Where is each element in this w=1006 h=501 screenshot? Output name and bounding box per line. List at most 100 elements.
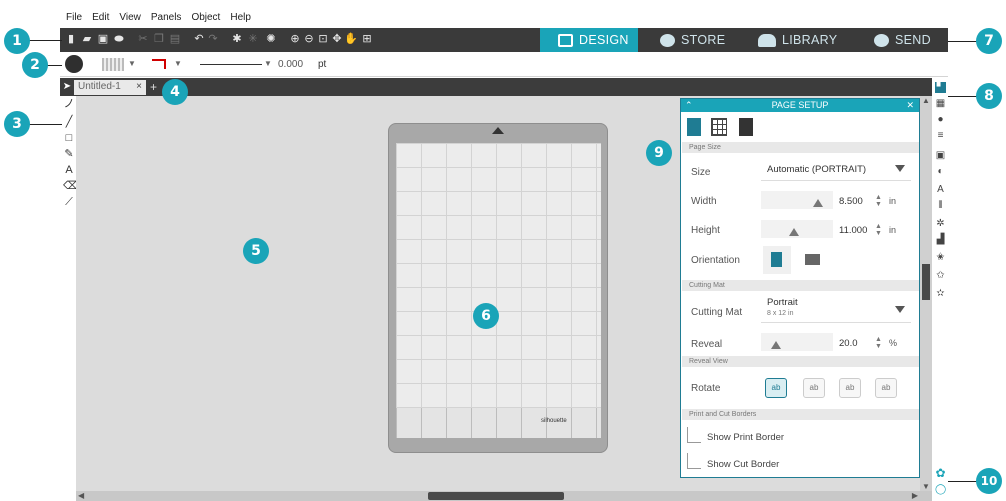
redo-icon[interactable]: ↷ [206, 32, 220, 46]
menu-object[interactable]: Object [187, 10, 226, 27]
scroll-down-icon[interactable]: ▼ [922, 482, 930, 491]
reveal-input[interactable] [839, 335, 869, 351]
text-style-icon[interactable]: A [935, 184, 946, 195]
scroll-right-icon[interactable]: ▶ [912, 491, 918, 500]
select-arrow-icon[interactable]: ➤ [61, 80, 73, 94]
transparency-icon[interactable]: ◐ [935, 166, 946, 177]
chevron-down-icon[interactable]: ▼ [264, 59, 272, 68]
width-input[interactable] [839, 193, 869, 209]
scroll-left-icon[interactable]: ◀ [78, 491, 84, 500]
rectangle-tool-icon[interactable]: □ [63, 132, 75, 144]
zoom-in-icon[interactable]: ⊕ [288, 32, 302, 46]
page-area[interactable] [396, 143, 601, 408]
chevron-up-icon[interactable]: ⌃ [685, 99, 693, 112]
align-icon[interactable]: ⫴ [935, 200, 946, 211]
slider-knob[interactable] [771, 341, 781, 349]
cutting-mat-dropdown[interactable]: Portrait 8 x 12 in [761, 295, 911, 323]
landscape-button[interactable] [799, 246, 827, 274]
tab-send[interactable]: SEND [874, 28, 931, 52]
scroll-thumb[interactable] [428, 492, 564, 500]
chevron-down-icon[interactable]: ▼ [128, 59, 136, 68]
trace-icon[interactable]: ✺ [264, 32, 278, 46]
size-dropdown[interactable]: Automatic (PORTRAIT) [761, 157, 911, 181]
replicate-icon[interactable]: ✲ [935, 218, 946, 229]
width-slider[interactable] [761, 191, 833, 209]
page-setup-icon[interactable]: ▘ [935, 82, 946, 93]
vertical-scrollbar[interactable]: ▲ ▼ [920, 96, 932, 491]
copy-icon[interactable]: ❐ [152, 32, 166, 46]
fill-color-icon[interactable]: ● [935, 114, 946, 125]
menu-edit[interactable]: Edit [88, 10, 115, 27]
save-icon[interactable]: ▣ [96, 32, 110, 46]
rotate-180-button[interactable]: ab [839, 378, 861, 398]
move-icon[interactable]: ✥ [330, 32, 344, 46]
menu-panels[interactable]: Panels [147, 10, 188, 27]
registration-icon[interactable]: ✫ [935, 288, 946, 299]
add-tab-icon[interactable]: + [150, 80, 162, 94]
undo-icon[interactable]: ↶ [192, 32, 206, 46]
slider-knob[interactable] [789, 228, 799, 236]
sync-icon[interactable]: ◯ [935, 484, 946, 495]
spinner-icon[interactable]: ▲ ▼ [875, 194, 882, 208]
menu-view[interactable]: View [115, 10, 147, 27]
new-document-icon[interactable]: ▮ [64, 32, 78, 46]
show-cut-border-checkbox[interactable] [687, 453, 701, 469]
print-icon[interactable]: ⬬ [112, 32, 126, 46]
menu-help[interactable]: Help [226, 10, 257, 27]
trace-panel-icon[interactable]: ✩ [935, 270, 946, 281]
palette-icon[interactable] [65, 55, 83, 73]
line-tool-icon[interactable]: ╱ [63, 116, 75, 128]
line-style-icon[interactable]: ≡ [935, 130, 946, 141]
offset-icon[interactable]: ✬ [935, 252, 946, 263]
document-tab[interactable]: Untitled-1 × [74, 80, 146, 95]
fill-pattern-swatch[interactable] [102, 58, 124, 71]
height-slider[interactable] [761, 220, 833, 238]
pan-hand-icon[interactable]: ✋ [344, 32, 358, 46]
ungroup-icon[interactable]: ✳ [246, 32, 260, 46]
text-tool-icon[interactable]: A [63, 164, 75, 176]
tab-design[interactable]: DESIGN [540, 28, 638, 52]
rotate-270-button[interactable]: ab [875, 378, 897, 398]
menu-file[interactable]: File [62, 10, 88, 27]
design-store-icon[interactable]: ▦ [935, 98, 946, 109]
fit-to-page-icon[interactable]: ⊞ [360, 32, 374, 46]
tab-library[interactable]: LIBRARY [758, 28, 837, 52]
line-weight-input[interactable] [278, 57, 312, 72]
page-setup-tab-icon[interactable] [687, 118, 701, 136]
feed-direction-icon [492, 127, 504, 134]
cut-icon[interactable]: ✂ [136, 32, 150, 46]
spinner-icon[interactable]: ▲ ▼ [875, 223, 882, 237]
modify-icon[interactable]: ▟ [935, 234, 946, 245]
cutting-mat[interactable]: silhouette [388, 123, 608, 453]
pencil-tool-icon[interactable]: ✎ [63, 148, 75, 160]
registration-tab-icon[interactable] [739, 118, 753, 136]
zoom-select-icon[interactable]: ⊡ [316, 32, 330, 46]
rotate-0-button[interactable]: ab [765, 378, 787, 398]
gear-icon[interactable]: ✿ [935, 467, 946, 479]
grid-tab-icon[interactable] [711, 118, 727, 136]
line-style-sample[interactable] [200, 64, 262, 65]
knife-tool-icon[interactable]: ⟋ [63, 196, 75, 208]
zoom-out-icon[interactable]: ⊖ [302, 32, 316, 46]
edit-points-icon[interactable]: ノ [63, 98, 75, 110]
close-icon[interactable]: × [136, 81, 142, 92]
chevron-down-icon[interactable]: ▼ [174, 59, 182, 68]
tab-store[interactable]: STORE [660, 28, 725, 52]
scroll-up-icon[interactable]: ▲ [922, 96, 930, 105]
spinner-icon[interactable]: ▲ ▼ [875, 336, 882, 350]
slider-knob[interactable] [813, 199, 823, 207]
horizontal-scrollbar[interactable]: ◀ ▶ [76, 491, 932, 501]
reveal-slider[interactable] [761, 333, 833, 351]
open-folder-icon[interactable]: ▰ [80, 32, 94, 46]
close-icon[interactable]: ✕ [906, 99, 914, 112]
group-icon[interactable]: ✱ [230, 32, 244, 46]
image-icon[interactable]: ▣ [935, 150, 946, 161]
eraser-tool-icon[interactable]: ⌫ [63, 180, 79, 192]
paste-icon[interactable]: ▤ [168, 32, 182, 46]
show-print-border-checkbox[interactable] [687, 427, 701, 443]
scroll-thumb[interactable] [922, 264, 930, 300]
rotate-90-button[interactable]: ab [803, 378, 825, 398]
portrait-button[interactable] [763, 246, 791, 274]
line-color-swatch[interactable] [152, 59, 166, 69]
height-input[interactable] [839, 222, 869, 238]
